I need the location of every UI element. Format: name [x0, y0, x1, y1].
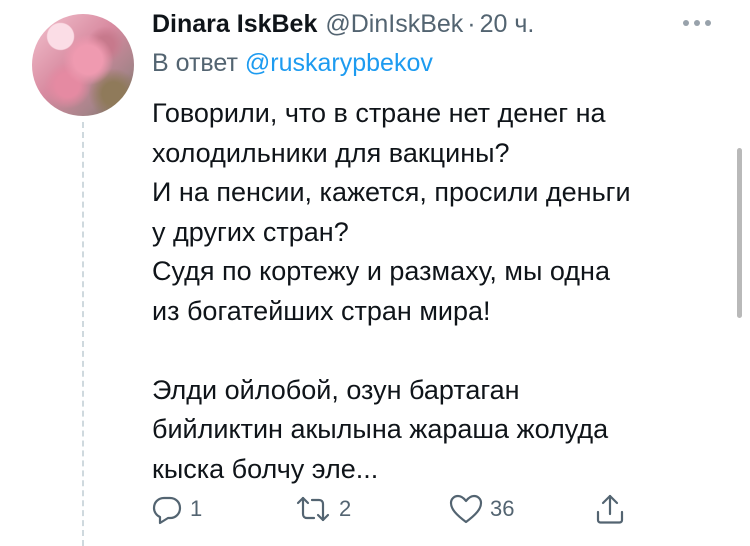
- tweet-line: Элди ойлобой, озун бартаган: [152, 374, 520, 405]
- thread-connector-line: [82, 122, 84, 546]
- timestamp[interactable]: 20 ч.: [480, 10, 535, 39]
- tweet-text: Говорили, что в стране нет денег на холо…: [152, 94, 722, 489]
- scrollbar[interactable]: [737, 148, 742, 318]
- tweet-line: холодильники для вакцины?: [152, 137, 510, 168]
- like-button[interactable]: 36: [448, 492, 514, 526]
- share-button[interactable]: [594, 492, 626, 526]
- share-icon: [594, 492, 626, 526]
- tweet-header: Dinara IskBek @DinIskBek · 20 ч.: [152, 8, 534, 40]
- like-count: 36: [490, 496, 515, 521]
- reply-button[interactable]: 1: [150, 492, 202, 526]
- reply-prefix: В ответ: [152, 49, 238, 77]
- tweet-line: у других стран?: [152, 216, 349, 247]
- action-bar: 1 2 36: [150, 492, 640, 528]
- retweet-button[interactable]: 2: [293, 492, 351, 526]
- reply-icon: [150, 492, 184, 526]
- retweet-icon: [293, 492, 333, 526]
- tweet-line: И на пенсии, кажется, просили деньги: [152, 177, 631, 207]
- tweet-line: Говорили, что в стране нет денег на: [152, 98, 606, 128]
- retweet-count: 2: [339, 496, 352, 521]
- author-handle[interactable]: @DinIskBek: [325, 10, 463, 39]
- tweet-line: Судя по кортежу и размаху, мы одна: [152, 256, 610, 286]
- tweet-line: из богатейших стран мира!: [152, 295, 491, 326]
- author-name[interactable]: Dinara IskBek: [152, 10, 317, 39]
- tweet-line: бийликтин акылына жараша жолуда: [152, 414, 609, 444]
- separator-dot: ·: [467, 9, 476, 38]
- reply-count: 1: [190, 496, 203, 521]
- more-icon[interactable]: [683, 20, 711, 26]
- reply-mention-link[interactable]: @ruskarypbekov: [245, 49, 433, 77]
- tweet-line: кыска болчу эле...: [152, 453, 379, 484]
- avatar[interactable]: [32, 14, 134, 116]
- like-icon: [448, 492, 484, 526]
- reply-context: В ответ @ruskarypbekov: [152, 49, 433, 78]
